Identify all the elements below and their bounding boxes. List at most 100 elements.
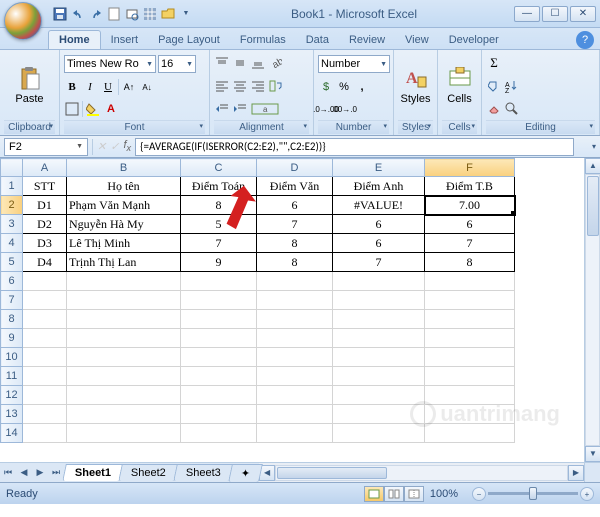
cell-E7[interactable] bbox=[333, 291, 425, 310]
comma-icon[interactable]: , bbox=[354, 79, 370, 95]
row-header-8[interactable]: 8 bbox=[1, 310, 23, 329]
autosum-icon[interactable]: Σ bbox=[486, 55, 502, 71]
styles-button[interactable]: A Styles bbox=[398, 65, 433, 107]
col-header-D[interactable]: D bbox=[257, 159, 333, 177]
align-top-icon[interactable] bbox=[214, 55, 230, 71]
bold-icon[interactable]: B bbox=[64, 79, 80, 95]
cell-D1[interactable]: Điểm Văn bbox=[257, 177, 333, 196]
page-layout-view-icon[interactable] bbox=[384, 486, 404, 502]
tab-view[interactable]: View bbox=[395, 31, 439, 49]
name-box[interactable]: F2▼ bbox=[4, 138, 88, 156]
cell-A12[interactable] bbox=[23, 386, 67, 405]
cell-C2[interactable]: 8 bbox=[181, 196, 257, 215]
last-sheet-icon[interactable]: ⏭ bbox=[48, 467, 64, 478]
cell-D14[interactable] bbox=[257, 424, 333, 443]
redo-icon[interactable] bbox=[88, 6, 104, 22]
cell-E1[interactable]: Điểm Anh bbox=[333, 177, 425, 196]
cell-F5[interactable]: 8 bbox=[425, 253, 515, 272]
zoom-out-icon[interactable]: − bbox=[472, 487, 486, 501]
col-header-F[interactable]: F bbox=[425, 159, 515, 177]
cell-D9[interactable] bbox=[257, 329, 333, 348]
sheet-tab-3[interactable]: Sheet3 bbox=[173, 464, 233, 481]
cells-button[interactable]: Cells bbox=[442, 65, 477, 107]
wrap-text-icon[interactable] bbox=[268, 78, 284, 94]
cell-D13[interactable] bbox=[257, 405, 333, 424]
cell-C6[interactable] bbox=[181, 272, 257, 291]
cell-C7[interactable] bbox=[181, 291, 257, 310]
merge-center-icon[interactable]: a bbox=[250, 101, 280, 117]
cell-F3[interactable]: 6 bbox=[425, 215, 515, 234]
row-header-10[interactable]: 10 bbox=[1, 348, 23, 367]
cell-B1[interactable]: Họ tên bbox=[67, 177, 181, 196]
cell-D10[interactable] bbox=[257, 348, 333, 367]
cell-A6[interactable] bbox=[23, 272, 67, 291]
row-header-9[interactable]: 9 bbox=[1, 329, 23, 348]
cell-C4[interactable]: 7 bbox=[181, 234, 257, 253]
cell-C13[interactable] bbox=[181, 405, 257, 424]
row-header-7[interactable]: 7 bbox=[1, 291, 23, 310]
tab-developer[interactable]: Developer bbox=[439, 31, 509, 49]
increase-font-icon[interactable]: A↑ bbox=[121, 79, 137, 95]
cell-F2[interactable]: 7.00 bbox=[425, 196, 515, 215]
office-button[interactable] bbox=[4, 2, 42, 40]
align-center-icon[interactable] bbox=[232, 78, 248, 94]
row-header-13[interactable]: 13 bbox=[1, 405, 23, 424]
cell-B3[interactable]: Nguyễn Hà My bbox=[67, 215, 181, 234]
cell-E5[interactable]: 7 bbox=[333, 253, 425, 272]
cell-A2[interactable]: D1 bbox=[23, 196, 67, 215]
row-header-12[interactable]: 12 bbox=[1, 386, 23, 405]
italic-icon[interactable]: I bbox=[82, 79, 98, 95]
minimize-button[interactable]: — bbox=[514, 6, 540, 22]
cell-B9[interactable] bbox=[67, 329, 181, 348]
cell-F11[interactable] bbox=[425, 367, 515, 386]
cell-C3[interactable]: 5 bbox=[181, 215, 257, 234]
enter-formula-icon[interactable]: ✓ bbox=[110, 140, 119, 153]
cell-E10[interactable] bbox=[333, 348, 425, 367]
cell-A5[interactable]: D4 bbox=[23, 253, 67, 272]
tab-data[interactable]: Data bbox=[296, 31, 339, 49]
zoom-slider[interactable] bbox=[488, 492, 578, 495]
maximize-button[interactable]: ☐ bbox=[542, 6, 568, 22]
cell-E14[interactable] bbox=[333, 424, 425, 443]
help-icon[interactable]: ? bbox=[576, 31, 594, 49]
undo-icon[interactable] bbox=[70, 6, 86, 22]
decrease-decimal-icon[interactable]: .00→.0 bbox=[336, 101, 352, 117]
orientation-icon[interactable]: ab bbox=[268, 55, 284, 71]
sheet-tab-2[interactable]: Sheet2 bbox=[118, 464, 178, 481]
zoom-in-icon[interactable]: + bbox=[580, 487, 594, 501]
find-select-icon[interactable] bbox=[504, 101, 520, 117]
cell-D3[interactable]: 7 bbox=[257, 215, 333, 234]
scroll-up-icon[interactable]: ▲ bbox=[585, 158, 600, 174]
cell-E4[interactable]: 6 bbox=[333, 234, 425, 253]
cell-D2[interactable]: 6 bbox=[257, 196, 333, 215]
cell-B5[interactable]: Trịnh Thị Lan bbox=[67, 253, 181, 272]
fx-icon[interactable]: fx bbox=[123, 139, 131, 153]
formula-input[interactable]: {=AVERAGE(IF(ISERROR(C2:E2),"",C2:E2))} bbox=[135, 138, 574, 156]
page-break-view-icon[interactable] bbox=[404, 486, 424, 502]
col-header-A[interactable]: A bbox=[23, 159, 67, 177]
sheet-tab-1[interactable]: Sheet1 bbox=[62, 464, 124, 481]
cell-A7[interactable] bbox=[23, 291, 67, 310]
align-middle-icon[interactable] bbox=[232, 55, 248, 71]
font-size-combo[interactable]: 16▼ bbox=[158, 55, 196, 73]
row-header-2[interactable]: 2 bbox=[1, 196, 23, 215]
tab-insert[interactable]: Insert bbox=[101, 31, 149, 49]
cell-C14[interactable] bbox=[181, 424, 257, 443]
align-right-icon[interactable] bbox=[250, 78, 266, 94]
fill-icon[interactable] bbox=[486, 78, 502, 94]
horizontal-scrollbar[interactable]: ◀ ▶ bbox=[259, 463, 584, 482]
decrease-font-icon[interactable]: A↓ bbox=[139, 79, 155, 95]
cell-B11[interactable] bbox=[67, 367, 181, 386]
cell-A1[interactable]: STT bbox=[23, 177, 67, 196]
cell-E6[interactable] bbox=[333, 272, 425, 291]
currency-icon[interactable]: $ bbox=[318, 79, 334, 95]
cell-C11[interactable] bbox=[181, 367, 257, 386]
cell-F8[interactable] bbox=[425, 310, 515, 329]
cell-A11[interactable] bbox=[23, 367, 67, 386]
cell-E2[interactable]: #VALUE! bbox=[333, 196, 425, 215]
qat-more-icon[interactable]: ▼ bbox=[178, 6, 194, 22]
cell-E13[interactable] bbox=[333, 405, 425, 424]
next-sheet-icon[interactable]: ▶ bbox=[32, 467, 48, 478]
col-header-E[interactable]: E bbox=[333, 159, 425, 177]
prev-sheet-icon[interactable]: ◀ bbox=[16, 467, 32, 478]
